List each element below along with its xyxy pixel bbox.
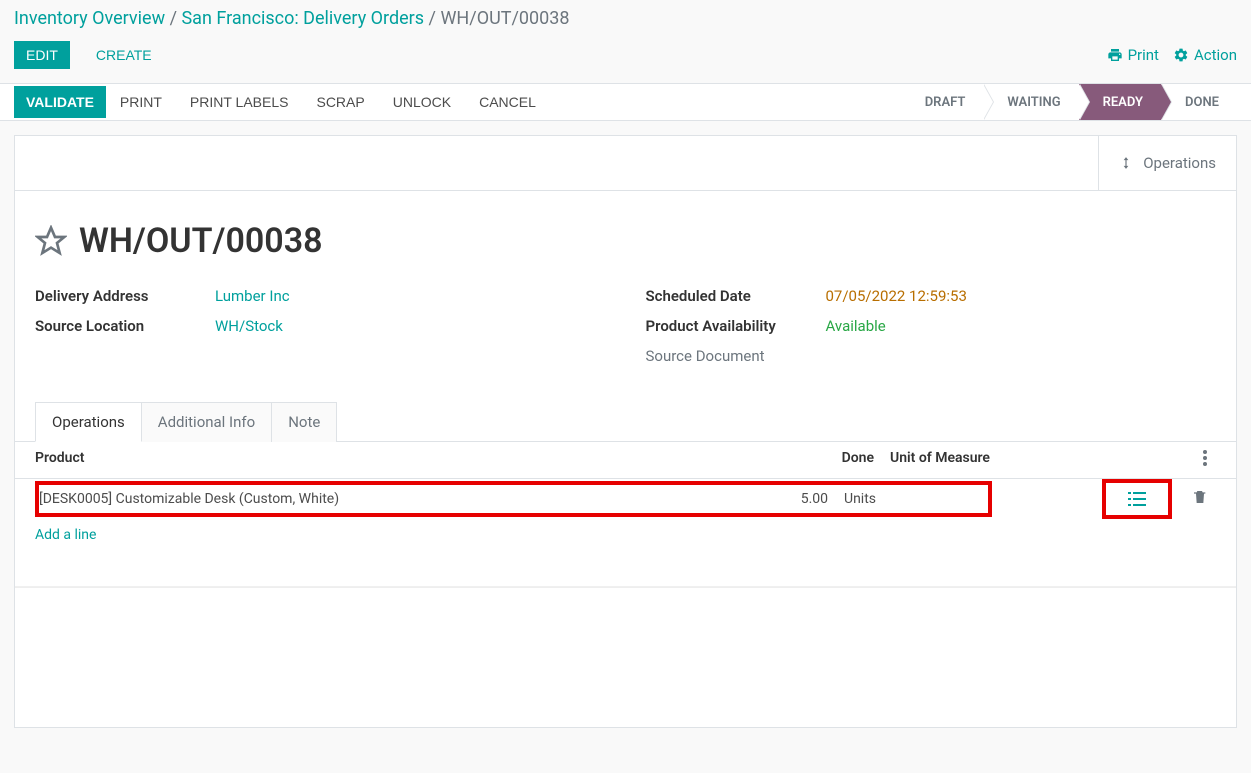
header-uom: Unit of Measure bbox=[884, 450, 1034, 470]
header-done: Done bbox=[814, 450, 884, 470]
delete-row-icon[interactable] bbox=[1192, 489, 1208, 505]
list-icon bbox=[1128, 491, 1146, 507]
cancel-button[interactable]: CANCEL bbox=[465, 86, 550, 118]
detailed-operations-button[interactable] bbox=[1102, 479, 1172, 519]
gear-icon bbox=[1173, 47, 1189, 63]
operations-stat-button[interactable]: Operations bbox=[1098, 136, 1236, 190]
scheduled-date-value: 07/05/2022 12:59:53 bbox=[826, 287, 967, 305]
kebab-icon bbox=[1203, 450, 1207, 466]
record-title: WH/OUT/00038 bbox=[79, 221, 323, 261]
unlock-button[interactable]: UNLOCK bbox=[379, 86, 465, 118]
source-location-label: Source Location bbox=[35, 317, 215, 335]
favorite-star-icon[interactable] bbox=[35, 225, 67, 257]
add-line-link[interactable]: Add a line bbox=[15, 519, 1236, 551]
toolbar-print-button[interactable]: PRINT bbox=[106, 86, 176, 118]
tab-operations[interactable]: Operations bbox=[35, 402, 142, 442]
row-uom: Units bbox=[838, 491, 988, 507]
row-product: [DESK0005] Customizable Desk (Custom, Wh… bbox=[39, 491, 768, 507]
table-row[interactable]: [DESK0005] Customizable Desk (Custom, Wh… bbox=[35, 481, 992, 517]
scrap-button[interactable]: SCRAP bbox=[302, 86, 378, 118]
print-action[interactable]: Print bbox=[1107, 46, 1159, 64]
table-row-highlighted: [DESK0005] Customizable Desk (Custom, Wh… bbox=[15, 479, 1236, 519]
form-sheet: Operations WH/OUT/00038 Delivery Address… bbox=[14, 135, 1237, 728]
breadcrumb-delivery-orders[interactable]: San Francisco: Delivery Orders bbox=[181, 8, 424, 29]
create-button[interactable]: CREATE bbox=[84, 41, 164, 69]
print-labels-button[interactable]: PRINT LABELS bbox=[176, 86, 303, 118]
status-done[interactable]: DONE bbox=[1161, 84, 1237, 120]
tab-additional-info[interactable]: Additional Info bbox=[141, 402, 272, 442]
breadcrumb: Inventory Overview / San Francisco: Deli… bbox=[0, 0, 1251, 37]
product-availability-value: Available bbox=[826, 317, 886, 335]
status-draft[interactable]: DRAFT bbox=[901, 84, 984, 120]
up-down-arrow-icon bbox=[1119, 152, 1133, 174]
breadcrumb-current: WH/OUT/00038 bbox=[440, 8, 569, 29]
row-done: 5.00 bbox=[768, 491, 838, 507]
columns-kebab[interactable] bbox=[1194, 450, 1216, 470]
status-waiting[interactable]: WAITING bbox=[983, 84, 1078, 120]
breadcrumb-inventory-overview[interactable]: Inventory Overview bbox=[14, 8, 165, 29]
scheduled-date-label: Scheduled Date bbox=[646, 287, 826, 305]
validate-button[interactable]: VALIDATE bbox=[14, 86, 106, 118]
product-availability-label: Product Availability bbox=[646, 317, 826, 335]
action-menu[interactable]: Action bbox=[1173, 46, 1237, 64]
edit-button[interactable]: EDIT bbox=[14, 41, 70, 69]
status-ready[interactable]: READY bbox=[1079, 84, 1161, 120]
print-icon bbox=[1107, 47, 1123, 63]
header-product: Product bbox=[35, 450, 814, 470]
status-bar: DRAFT WAITING READY DONE bbox=[901, 84, 1237, 120]
tab-note[interactable]: Note bbox=[271, 402, 337, 442]
delivery-address-value[interactable]: Lumber Inc bbox=[215, 287, 290, 305]
delivery-address-label: Delivery Address bbox=[35, 287, 215, 305]
source-document-label: Source Document bbox=[646, 347, 826, 365]
table-header: Product Done Unit of Measure bbox=[15, 442, 1236, 479]
source-location-value[interactable]: WH/Stock bbox=[215, 317, 283, 335]
